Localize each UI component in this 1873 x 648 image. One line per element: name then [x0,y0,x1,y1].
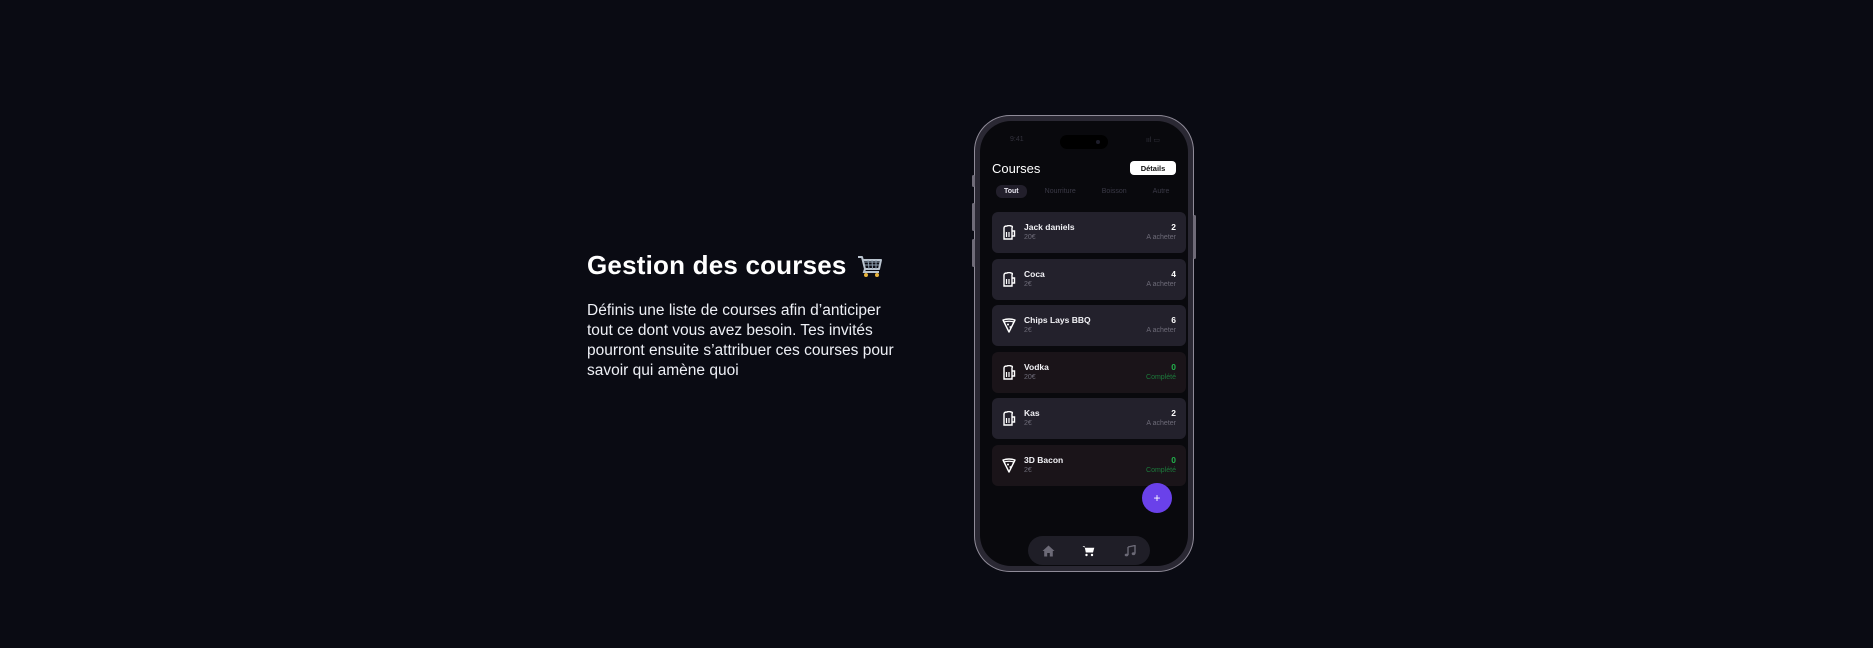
item-status: Complété [1146,466,1176,474]
phone-volume-down [972,239,975,267]
phone-power-button [1193,215,1196,259]
phone-mockup: 9:41 ııl ▭ Courses Détails Tout Nourritu… [972,115,1196,572]
shopping-cart-emoji-icon [857,255,882,277]
beer-mug-icon [1003,225,1016,240]
item-quantity: 4 [1171,268,1176,279]
beer-mug-icon [1003,271,1016,287]
item-name: Vodka [1024,361,1049,372]
item-price: 20€ [1024,234,1036,241]
item-name: 3D Bacon [1024,454,1064,465]
item-status: A acheter [1146,280,1176,288]
phone-volume-up [972,203,975,231]
list-item[interactable]: Chips Lays BBQ 2€ 6 A acheter [992,305,1186,346]
item-status: A acheter [1146,327,1176,334]
item-quantity: 6 [1171,315,1176,325]
item-name: Kas [1024,408,1040,418]
pizza-slice-icon [1002,318,1016,333]
bottom-nav [1028,536,1150,565]
shopping-list: Jack daniels 20€ 2 A acheter Coca 2€ 4 A… [992,212,1186,491]
list-item[interactable]: 3D Bacon 2€ 0 Complété [992,444,1186,486]
details-button[interactable]: Détails [1130,161,1176,175]
tab-nourriture[interactable]: Nourriture [1037,185,1084,198]
item-quantity: 0 [1171,454,1176,465]
beer-mug-icon [1003,411,1016,426]
home-icon[interactable] [1041,544,1055,558]
dynamic-island [1060,135,1108,149]
beer-mug-icon [1003,364,1016,380]
tab-boisson[interactable]: Boisson [1094,185,1135,198]
cart-icon[interactable] [1082,544,1096,558]
item-name: Coca [1024,268,1045,279]
item-status: Complété [1146,373,1176,381]
item-price: 20€ [1024,373,1036,381]
phone-screen: 9:41 ııl ▭ Courses Détails Tout Nourritu… [980,121,1188,566]
item-price: 2€ [1024,420,1032,427]
item-quantity: 0 [1171,361,1176,372]
item-name: Chips Lays BBQ [1024,315,1091,325]
phone-silent-switch [972,175,975,187]
item-price: 2€ [1024,466,1032,474]
app-header: Courses Détails [992,159,1176,177]
list-item[interactable]: Jack daniels 20€ 2 A acheter [992,212,1186,253]
status-indicators: ııl ▭ [1145,137,1160,144]
hero-description: Définis une liste de courses afin d’anti… [587,302,894,379]
music-note-icon[interactable] [1123,544,1137,558]
add-item-button[interactable]: + [1142,483,1172,513]
item-quantity: 2 [1171,408,1176,418]
item-name: Jack daniels [1024,222,1075,232]
tab-tout[interactable]: Tout [996,185,1027,198]
item-price: 2€ [1024,327,1032,334]
item-status: A acheter [1146,234,1176,241]
item-price: 2€ [1024,280,1032,288]
hero-title: Gestion des courses [587,250,907,281]
category-tabs: Tout Nourriture Boisson Autre [996,185,1188,198]
item-status: A acheter [1146,420,1176,427]
status-time: 9:41 [1010,136,1024,143]
page-title: Courses [992,160,1041,176]
pizza-slice-icon [1002,457,1016,473]
tab-autre[interactable]: Autre [1145,185,1178,198]
hero-text: Gestion des courses Définis une liste de… [587,250,907,381]
hero-title-text: Gestion des courses [587,250,847,280]
list-item[interactable]: Kas 2€ 2 A acheter [992,398,1186,439]
list-item[interactable]: Coca 2€ 4 A acheter [992,258,1186,300]
list-item[interactable]: Vodka 20€ 0 Complété [992,351,1186,393]
item-quantity: 2 [1171,222,1176,232]
